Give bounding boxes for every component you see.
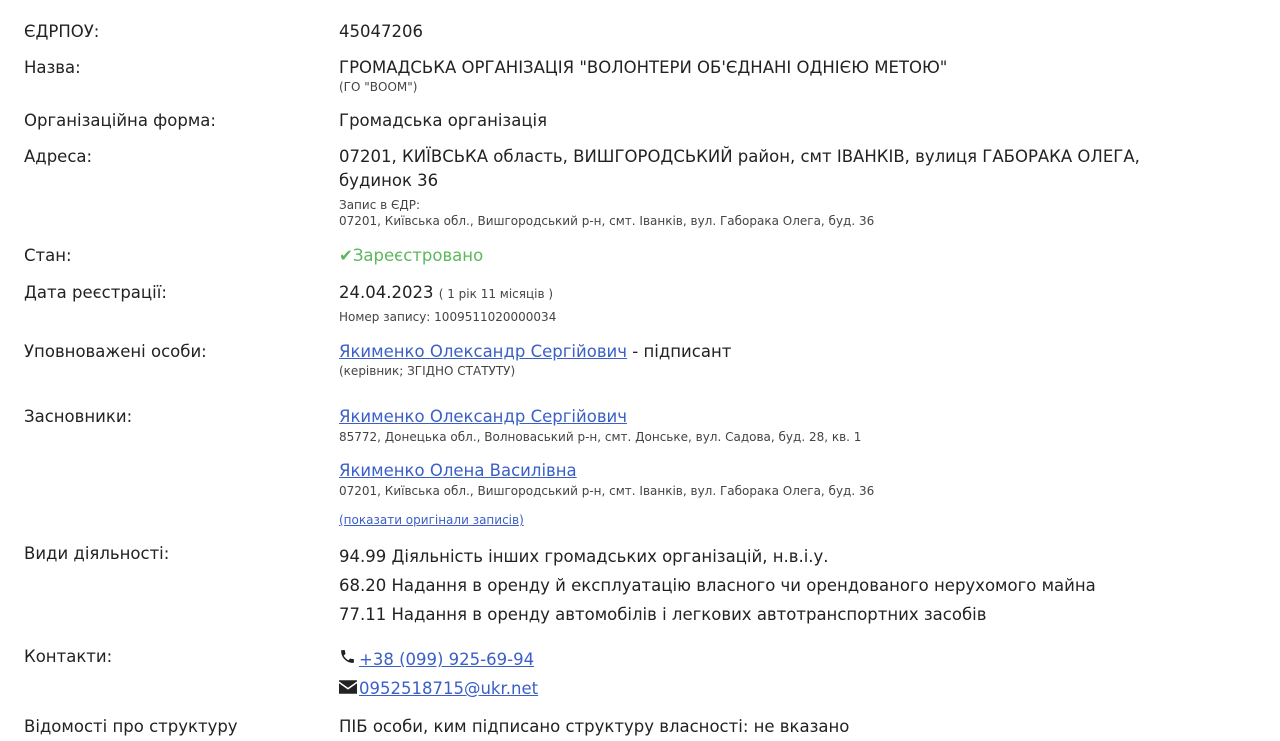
founder-address-1: 85772, Донецька обл., Волноваський р-н, … (339, 430, 862, 444)
authorized-person-link[interactable]: Якименко Олександр Сергійович (339, 342, 627, 361)
registration-age: ( 1 рік 11 місяців ) (438, 287, 554, 301)
label-status: Стан: (24, 246, 72, 265)
founder-link-2[interactable]: Якименко Олена Василівна (339, 459, 1249, 483)
label-org-form: Організаційна форма: (24, 111, 216, 130)
address-record-label: Запис в ЄДР: (339, 198, 421, 212)
value-edrpou: 45047206 (339, 22, 423, 41)
registration-record-no: Номер запису: 1009511020000034 (339, 310, 557, 324)
label-structure: Відомості про структуру (24, 717, 238, 736)
name-short: (ГО "ВООМ") (339, 80, 418, 94)
email-link[interactable]: 0952518715@ukr.net (359, 679, 538, 698)
phone-icon (339, 645, 359, 674)
status-text: Зареєстровано (352, 246, 484, 265)
label-founders: Засновники: (24, 407, 133, 426)
authorized-role: - підписант (632, 342, 732, 361)
founder-address-2: 07201, Київська обл., Вишгородський р-н,… (339, 484, 875, 498)
value-name: ГРОМАДСЬКА ОРГАНІЗАЦІЯ "ВОЛОНТЕРИ ОБ'ЄДН… (339, 58, 948, 77)
label-authorized: Уповноважені особи: (24, 342, 207, 361)
address-record-value: 07201, Київська обл., Вишгородський р-н,… (339, 214, 875, 228)
status-value: ✔Зареєстровано (339, 244, 1249, 268)
label-contacts: Контакти: (24, 647, 113, 666)
check-icon: ✔ (339, 246, 353, 265)
value-org-form: Громадська організація (339, 111, 548, 130)
activity-item: 77.11 Надання в оренду автомобілів і лег… (339, 605, 987, 624)
activity-item: 68.20 Надання в оренду й експлуатацію вл… (339, 576, 1096, 595)
label-edrpou: ЄДРПОУ: (24, 22, 100, 41)
founder-link-1[interactable]: Якименко Олександр Сергійович (339, 405, 1249, 429)
label-registration: Дата реєстрації: (24, 283, 167, 302)
label-address: Адреса: (24, 147, 93, 166)
authorized-note: (керівник; ЗГІДНО СТАТУТУ) (339, 364, 516, 378)
value-structure: ПІБ особи, ким підписано структуру власн… (339, 717, 850, 736)
activity-item: 94.99 Діяльність інших громадських орган… (339, 547, 829, 566)
label-activities: Види діяльності: (24, 544, 170, 563)
registration-date: 24.04.2023 (339, 283, 434, 302)
envelope-icon (339, 674, 359, 703)
phone-link[interactable]: +38 (099) 925-69-94 (359, 650, 534, 669)
address-line-2: будинок 36 (339, 171, 439, 190)
address-line-1: 07201, КИЇВСЬКА область, ВИШГОРОДСЬКИЙ р… (339, 147, 1140, 166)
label-name: Назва: (24, 58, 81, 77)
show-originals-link[interactable]: (показати оригінали записів) (339, 512, 1249, 528)
